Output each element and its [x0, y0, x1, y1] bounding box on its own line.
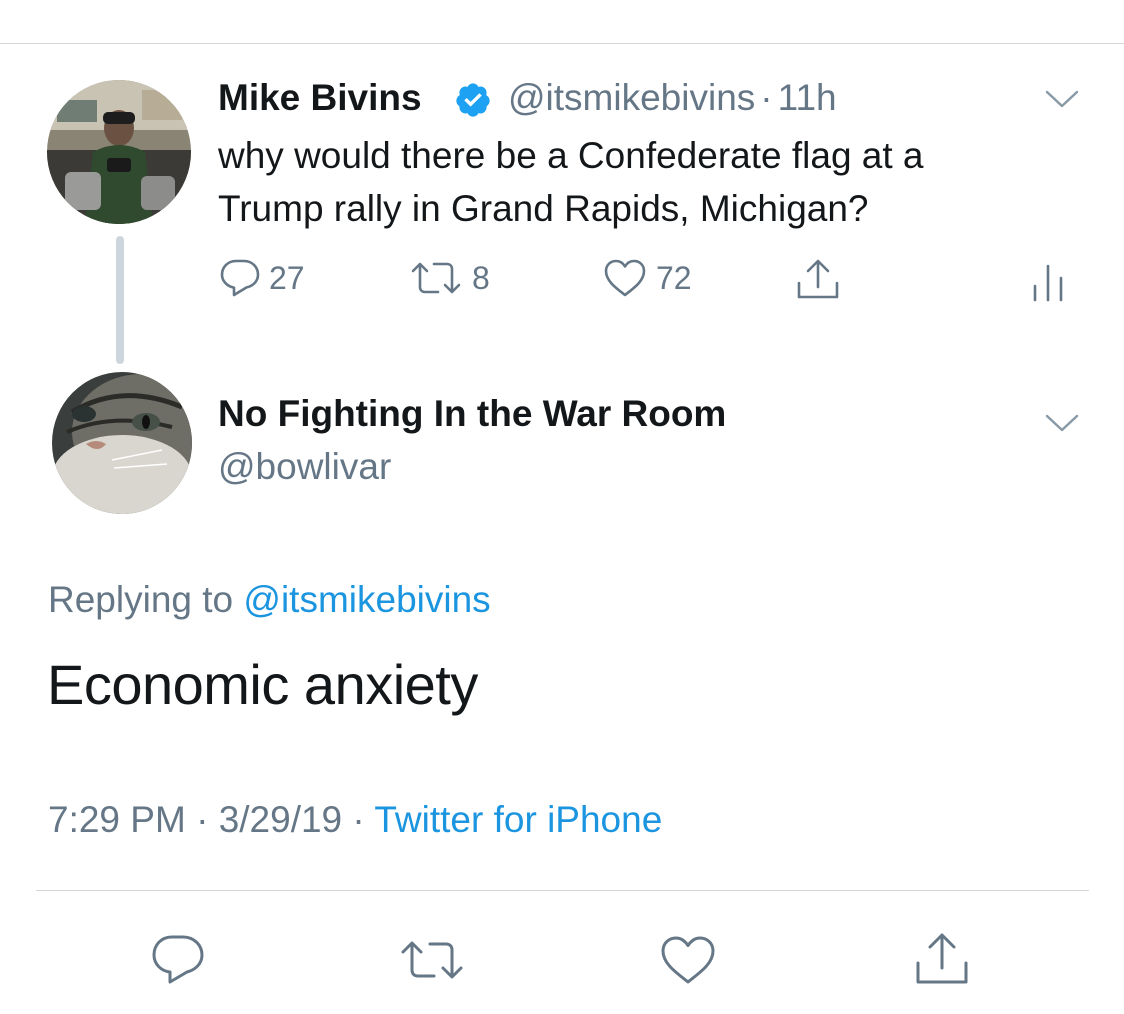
thread-connector-line: [116, 236, 124, 364]
reply-avatar[interactable]: [52, 372, 192, 514]
reply-action[interactable]: 27: [219, 257, 305, 299]
share-icon: [916, 933, 968, 984]
retweet-icon: [401, 941, 463, 979]
tweet-text-line-1: why would there be a Confederate flag at…: [218, 135, 924, 176]
author-name[interactable]: Mike Bivins: [218, 77, 422, 119]
tweet-date: 3/29/19: [218, 799, 343, 840]
chevron-down-icon[interactable]: [1045, 89, 1079, 109]
tweet-time: 7:29 PM: [48, 799, 186, 840]
like-count: 72: [656, 259, 692, 296]
tweet-source[interactable]: Twitter for iPhone: [374, 799, 662, 840]
tweet-text: why would there be a Confederate flag at…: [218, 129, 1098, 235]
bottom-like-button[interactable]: [659, 934, 717, 986]
avatar-photo-icon: [47, 80, 191, 224]
bottom-share-button[interactable]: [913, 930, 971, 988]
cat-photo-icon: [52, 372, 192, 514]
actions-divider: [36, 890, 1089, 891]
handle-separator: ·: [760, 77, 773, 118]
reply-count: 27: [269, 259, 305, 296]
replying-to-label: Replying to: [48, 579, 234, 620]
top-divider: [0, 43, 1124, 44]
reply-icon: [152, 935, 204, 984]
author-handle-text[interactable]: @itsmikebivins: [508, 77, 755, 118]
reply-chevron-down-icon[interactable]: [1045, 413, 1079, 433]
retweet-icon: [411, 262, 461, 294]
replying-to-handle[interactable]: @itsmikebivins: [243, 579, 490, 620]
avatar[interactable]: [47, 80, 191, 224]
tweet-time-ago[interactable]: 11h: [778, 77, 837, 118]
author-handle[interactable]: @itsmikebivins · 11h: [508, 77, 837, 119]
reply-icon: [220, 259, 260, 297]
like-icon: [604, 259, 646, 297]
meta-separator-1: ·: [196, 799, 209, 840]
analytics-icon[interactable]: [1031, 262, 1067, 302]
reply-tweet-text: Economic anxiety: [47, 653, 478, 716]
verified-badge-icon: [454, 81, 492, 119]
like-icon: [661, 936, 715, 984]
replying-to: Replying to @itsmikebivins: [48, 579, 491, 621]
retweet-count: 8: [472, 259, 490, 296]
reply-author-handle[interactable]: @bowlivar: [218, 446, 391, 488]
like-action[interactable]: 72: [602, 257, 692, 299]
tweet-metadata: 7:29 PM · 3/29/19 · Twitter for iPhone: [48, 799, 662, 841]
reply-author-name[interactable]: No Fighting In the War Room: [218, 393, 726, 435]
meta-separator-2: ·: [352, 799, 365, 840]
retweet-action[interactable]: 8: [408, 257, 490, 299]
tweet-text-line-2: Trump rally in Grand Rapids, Michigan?: [218, 188, 869, 229]
share-icon[interactable]: [795, 257, 841, 303]
bottom-reply-button[interactable]: [150, 933, 206, 985]
bottom-retweet-button[interactable]: [398, 937, 466, 983]
